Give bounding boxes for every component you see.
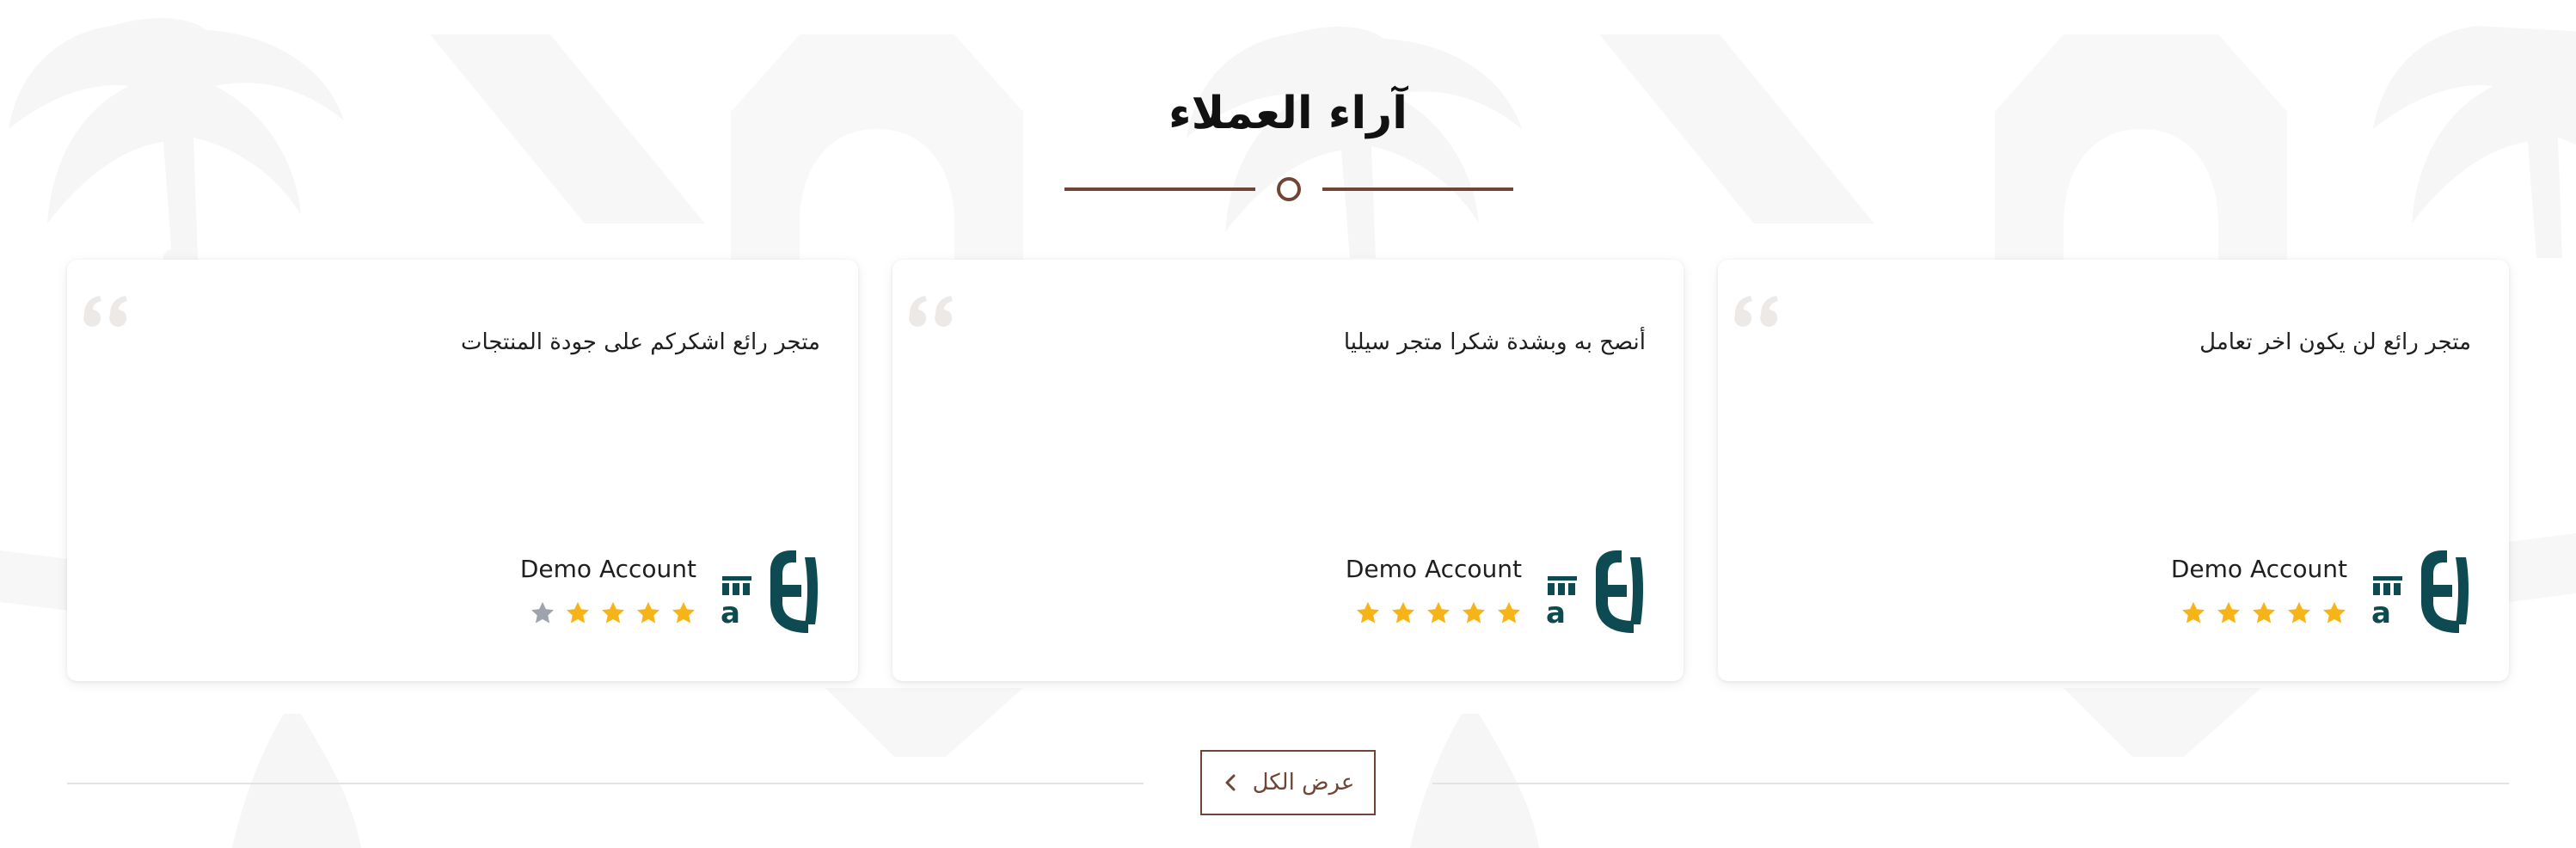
chevron-left-icon	[1225, 774, 1236, 791]
view-all-button[interactable]: عرض الكل	[1200, 750, 1376, 815]
divider-line-right	[1432, 783, 2509, 784]
star-icon	[2217, 601, 2240, 624]
circle-divider-icon	[1064, 177, 1513, 201]
star-icon	[1498, 601, 1520, 624]
svg-text:a: a	[2371, 596, 2391, 630]
reviewer-info: Demo Account	[520, 550, 696, 626]
star-icon	[672, 601, 695, 624]
star-icon	[2253, 601, 2275, 624]
review-card: متجر رائع اشكركم على جودة المنتجات a Dem…	[67, 260, 858, 681]
star-rating	[2180, 600, 2347, 626]
reviewer-name: Demo Account	[1345, 555, 1522, 583]
star-rating	[530, 600, 696, 626]
review-text: متجر رائع لن يكون اخر تعامل	[2199, 329, 2471, 355]
brand-logo-avatar: a	[1546, 550, 1643, 633]
divider-line-left	[67, 783, 1144, 784]
star-icon	[2323, 601, 2346, 624]
reviewer-name: Demo Account	[519, 555, 696, 583]
star-icon	[1392, 601, 1414, 624]
svg-text:a: a	[1546, 596, 1566, 630]
reviewer-info: Demo Account	[2171, 550, 2347, 626]
view-all-label: عرض الكل	[1252, 770, 1355, 796]
reviews-list: متجر رائع لن يكون اخر تعامل a Demo Accou…	[67, 260, 2509, 681]
review-text: أنصح به وبشدة شكرا متجر سيليا	[1343, 329, 1646, 355]
reviewer: a Demo Account	[520, 550, 820, 645]
star-icon	[531, 601, 554, 624]
reviewer: a Demo Account	[1346, 550, 1646, 645]
star-icon	[1357, 601, 1379, 624]
star-icon	[1427, 601, 1450, 624]
reviewer-info: Demo Account	[1346, 550, 1522, 626]
review-text: متجر رائع اشكركم على جودة المنتجات	[460, 329, 820, 355]
star-icon	[637, 601, 659, 624]
star-icon	[2182, 601, 2205, 624]
star-icon	[1463, 601, 1485, 624]
review-card: أنصح به وبشدة شكرا متجر سيليا a Demo Acc…	[892, 260, 1684, 681]
star-icon	[567, 601, 589, 624]
testimonials-section: آراء العملاء متجر رائع لن يكون اخر تعامل…	[0, 0, 2576, 848]
quote-icon	[1734, 296, 1778, 327]
brand-logo-avatar: a	[2371, 550, 2469, 633]
quote-icon	[909, 296, 953, 327]
reviewer: a Demo Account	[2171, 550, 2471, 645]
section-title: آراء العملاء	[1168, 88, 1408, 139]
brand-logo-avatar: a	[721, 550, 818, 633]
star-rating	[1355, 600, 1522, 626]
review-card: متجر رائع لن يكون اخر تعامل a Demo Accou…	[1718, 260, 2509, 681]
star-icon	[2288, 601, 2310, 624]
reviewer-name: Demo Account	[2170, 555, 2347, 583]
star-icon	[602, 601, 624, 624]
svg-text:a: a	[721, 596, 740, 630]
quote-icon	[83, 296, 127, 327]
